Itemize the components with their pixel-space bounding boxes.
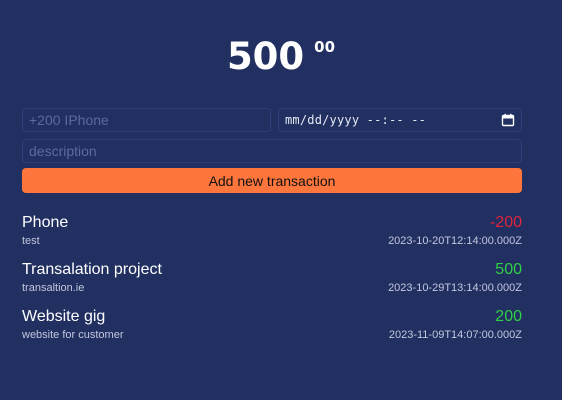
transaction-amount: -200 xyxy=(489,214,522,231)
transaction-item: Website gig website for customer 200 202… xyxy=(22,307,522,354)
calendar-icon[interactable] xyxy=(501,113,515,127)
transaction-info: Transalation project transaltion.ie xyxy=(22,260,162,307)
add-transaction-button[interactable]: Add new transaction xyxy=(22,168,522,193)
transaction-meta: 200 2023-11-09T14:07:00.000Z xyxy=(389,307,522,354)
transaction-description: transaltion.ie xyxy=(22,282,85,294)
transaction-amount: 200 xyxy=(495,308,522,325)
balance-amount: 500 xyxy=(226,35,305,78)
transaction-amount: 500 xyxy=(495,261,522,278)
transaction-date: 2023-11-09T14:07:00.000Z xyxy=(388,329,522,341)
transaction-name: Transalation project xyxy=(22,261,162,278)
transaction-description: test xyxy=(22,235,40,247)
transaction-item: Phone test -200 2023-10-20T12:14:00.000Z xyxy=(22,213,522,260)
transaction-list: Phone test -200 2023-10-20T12:14:00.000Z… xyxy=(22,213,522,354)
transaction-info: Website gig website for customer xyxy=(22,307,123,354)
amount-name-input[interactable] xyxy=(22,108,271,132)
datetime-placeholder: mm/dd/yyyy --:-- -- xyxy=(285,113,427,127)
balance-display: 500 00 xyxy=(0,34,562,80)
transaction-form: mm/dd/yyyy --:-- -- Add new transaction xyxy=(22,108,522,193)
transaction-description: website for customer xyxy=(22,329,124,341)
balance-cents: 00 xyxy=(314,38,336,56)
transaction-meta: -200 2023-10-20T12:14:00.000Z xyxy=(388,213,522,260)
description-input[interactable] xyxy=(22,139,522,163)
form-row: mm/dd/yyyy --:-- -- xyxy=(22,108,522,132)
transaction-item: Transalation project transaltion.ie 500 … xyxy=(22,260,522,307)
transaction-date: 2023-10-29T13:14:00.000Z xyxy=(388,282,522,294)
transaction-name: Website gig xyxy=(22,308,106,325)
transaction-date: 2023-10-20T12:14:00.000Z xyxy=(388,235,522,247)
datetime-input[interactable]: mm/dd/yyyy --:-- -- xyxy=(278,108,522,132)
transaction-info: Phone test xyxy=(22,213,68,260)
transaction-name: Phone xyxy=(22,214,69,231)
transaction-meta: 500 2023-10-29T13:14:00.000Z xyxy=(388,260,522,307)
